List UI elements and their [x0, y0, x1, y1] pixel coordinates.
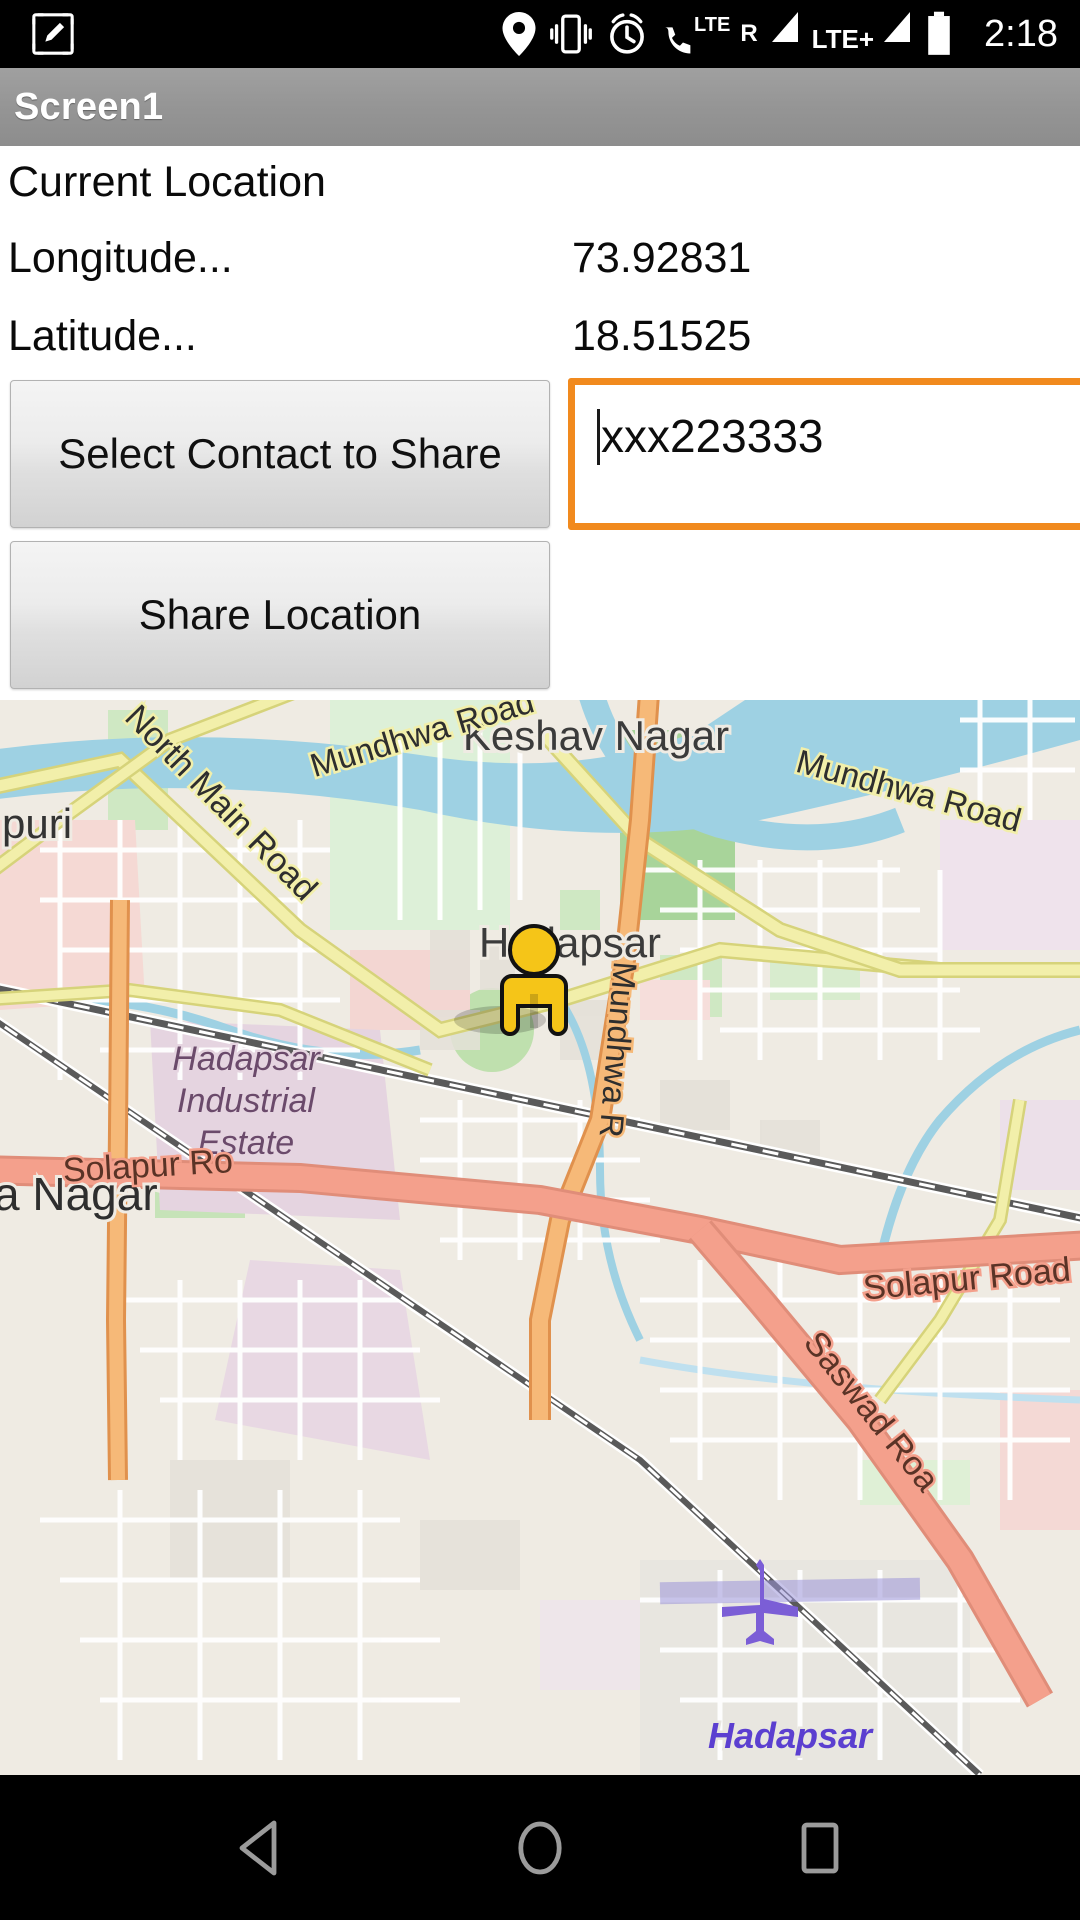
ltep-label: LTE+ — [812, 26, 874, 52]
back-button[interactable] — [180, 1775, 340, 1920]
battery-full-icon — [924, 11, 954, 57]
page-title: Screen1 — [14, 86, 163, 129]
svg-text:Hadapsar: Hadapsar — [172, 1040, 321, 1078]
svg-text:Industrial: Industrial — [177, 1082, 316, 1120]
volte-lte-label: LTE — [694, 15, 730, 35]
screenshot-edit-icon — [30, 11, 76, 57]
map-label-puri: puri — [2, 800, 72, 847]
share-location-button[interactable]: Share Location — [10, 541, 550, 689]
recents-button[interactable] — [740, 1775, 900, 1920]
status-bar: LTE R LTE+ 2:18 — [0, 0, 1080, 68]
phone-number-value: xxx223333 — [601, 407, 824, 465]
vibrate-icon — [550, 12, 592, 56]
longitude-value: 73.92831 — [572, 234, 751, 283]
current-location-heading: Current Location — [8, 158, 326, 207]
home-button[interactable] — [460, 1775, 620, 1920]
alarm-clock-icon — [606, 12, 648, 56]
phone-screen: LTE R LTE+ 2:18 Screen1 Current Loc — [0, 0, 1080, 1920]
signal-bars-sim2-icon — [884, 12, 910, 56]
text-caret — [597, 409, 600, 465]
longitude-label: Longitude... — [8, 234, 233, 283]
longitude-row: Longitude... 73.92831 — [0, 234, 1080, 312]
map-view[interactable]: Keshav Nagar Hadapsar puri a Nagar Hadap… — [0, 700, 1080, 1775]
latitude-label: Latitude... — [8, 312, 197, 361]
map-canvas: Keshav Nagar Hadapsar puri a Nagar Hadap… — [0, 700, 1080, 1775]
location-pin-icon — [502, 12, 536, 56]
signal-bars-sim1-icon — [772, 12, 798, 56]
latitude-value: 18.51525 — [572, 312, 751, 361]
status-bar-left-icons — [30, 11, 76, 57]
roaming-icon: R — [740, 22, 757, 46]
volte-call-icon: LTE — [662, 9, 726, 59]
map-label-hadapsar-airport: Hadapsar — [708, 1715, 874, 1756]
status-bar-clock: 2:18 — [984, 15, 1058, 53]
map-label-hadapsar: Hadapsar — [479, 919, 661, 966]
form-area: Current Location Longitude... 73.92831 L… — [0, 146, 1080, 700]
status-bar-right-icons: LTE R LTE+ 2:18 — [502, 9, 1058, 59]
android-navigation-bar — [0, 1775, 1080, 1920]
phone-number-input[interactable]: xxx223333 — [568, 378, 1080, 530]
select-contact-button[interactable]: Select Contact to Share — [10, 380, 550, 528]
app-title-bar: Screen1 — [0, 68, 1080, 146]
